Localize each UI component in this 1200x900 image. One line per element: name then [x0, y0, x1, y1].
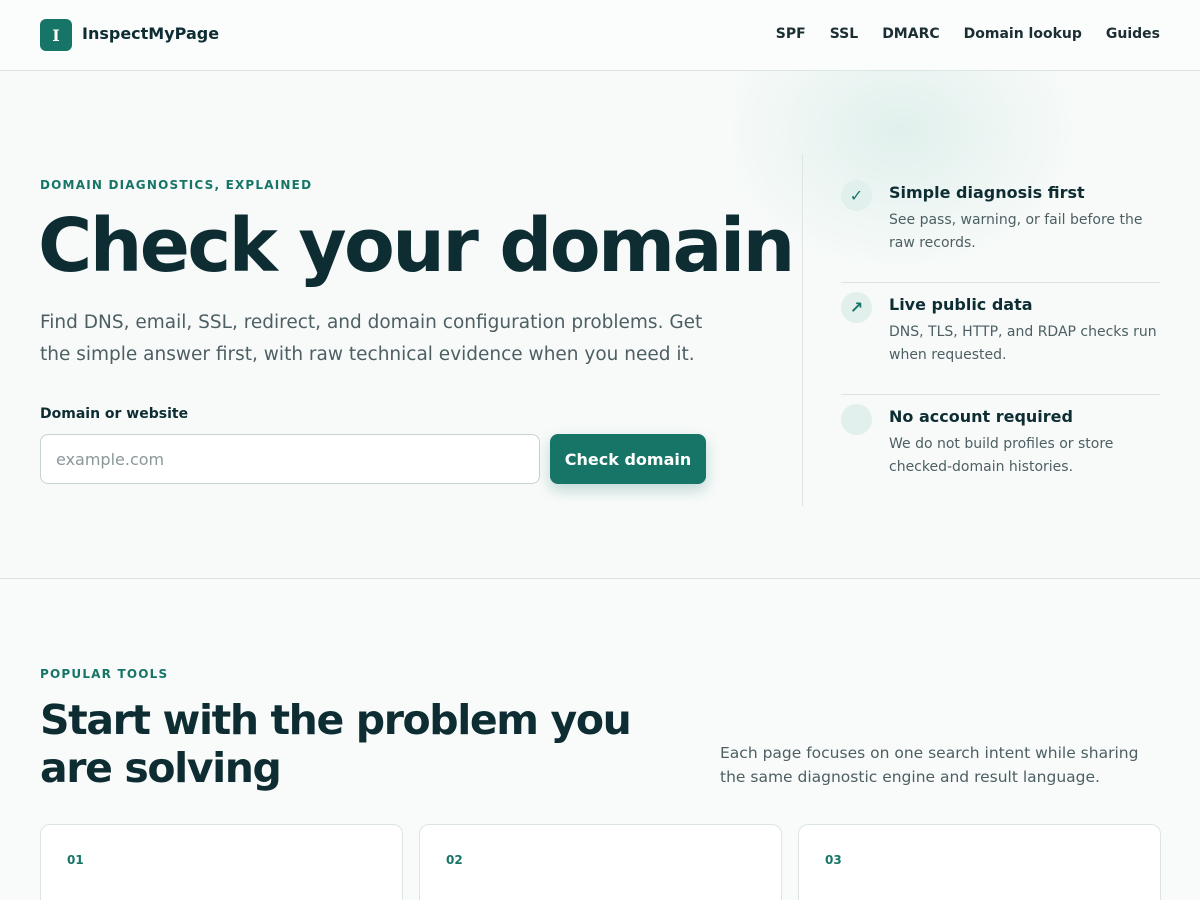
tool-card[interactable]: 01	[40, 824, 403, 900]
tools-title: Start with the problem you are solving	[40, 696, 632, 792]
domain-field-label: Domain or website	[40, 406, 189, 422]
feature-desc: DNS, TLS, HTTP, and RDAP checks run when…	[889, 324, 1157, 363]
domain-input[interactable]	[40, 434, 540, 484]
feature-desc: We do not build profiles or store checke…	[889, 436, 1114, 475]
card-number: 02	[446, 853, 463, 867]
circle-icon	[841, 404, 872, 435]
check-domain-button[interactable]: Check domain	[550, 434, 706, 484]
feature-title: No account required	[889, 407, 1073, 426]
tools-description: Each page focuses on one search intent w…	[720, 744, 1139, 786]
feature-list: ✓ Simple diagnosis first See pass, warni…	[841, 171, 1160, 507]
tool-card[interactable]: 03	[798, 824, 1161, 900]
page-title: Check your domain	[38, 203, 795, 289]
tool-card[interactable]: 02	[419, 824, 782, 900]
hero-eyebrow: DOMAIN DIAGNOSTICS, EXPLAINED	[40, 178, 313, 192]
site-header: I InspectMyPage SPF SSL DMARC Domain loo…	[0, 0, 1200, 71]
card-number: 01	[67, 853, 84, 867]
feature-item: ✓ Simple diagnosis first See pass, warni…	[841, 171, 1160, 283]
nav-link-ssl[interactable]: SSL	[830, 26, 858, 42]
hero-divider	[802, 154, 803, 506]
feature-title: Simple diagnosis first	[889, 183, 1085, 202]
card-number: 03	[825, 853, 842, 867]
tools-eyebrow: POPULAR TOOLS	[40, 667, 169, 681]
nav-link-domain-lookup[interactable]: Domain lookup	[964, 26, 1082, 42]
feature-desc: See pass, warning, or fail before the ra…	[889, 212, 1143, 251]
hero-section: DOMAIN DIAGNOSTICS, EXPLAINED Check your…	[0, 71, 1200, 579]
nav-link-spf[interactable]: SPF	[776, 26, 806, 42]
feature-item: ↗ Live public data DNS, TLS, HTTP, and R…	[841, 283, 1160, 395]
nav-link-dmarc[interactable]: DMARC	[882, 26, 939, 42]
brand-name[interactable]: InspectMyPage	[82, 24, 219, 43]
feature-item: No account required We do not build prof…	[841, 395, 1160, 507]
feature-title: Live public data	[889, 295, 1033, 314]
logo-icon[interactable]: I	[40, 19, 72, 51]
nav-link-guides[interactable]: Guides	[1106, 26, 1160, 42]
arrow-up-right-icon: ↗	[841, 292, 872, 323]
check-icon: ✓	[841, 180, 872, 211]
hero-subtitle: Find DNS, email, SSL, redirect, and doma…	[40, 312, 703, 365]
tool-cards: 01 02 03	[40, 824, 1161, 900]
main-nav: SPF SSL DMARC Domain lookup Guides	[776, 26, 1160, 42]
